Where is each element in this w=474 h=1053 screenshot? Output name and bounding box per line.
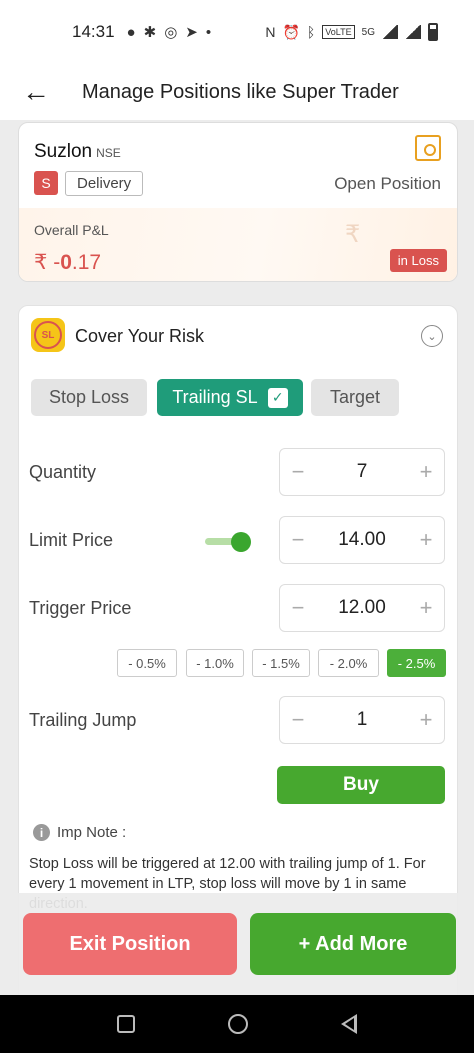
- trailing-jump-stepper: − 1 +: [279, 696, 445, 744]
- back-triangle-icon[interactable]: [341, 1014, 358, 1034]
- trailing-jump-value[interactable]: 1: [316, 709, 408, 731]
- signal-icon-2: [405, 25, 421, 39]
- network-type-icon: 5G: [361, 26, 375, 38]
- trigger-price-decrement-button[interactable]: −: [280, 595, 316, 621]
- slack-icon: ✱: [143, 24, 157, 41]
- content-area: Suzlon NSE S Delivery Open Position Overa…: [0, 120, 474, 995]
- pnl-dec: .17: [71, 251, 102, 274]
- pnl-currency: ₹ -: [34, 251, 61, 274]
- trailing-jump-decrement-button[interactable]: −: [280, 707, 316, 733]
- trigger-price-increment-button[interactable]: +: [408, 595, 444, 621]
- stock-name: Suzlon NSE: [34, 141, 121, 163]
- quantity-value[interactable]: 7: [316, 461, 408, 483]
- dot-icon: •: [205, 23, 212, 41]
- chevron-down-icon[interactable]: ⌄: [421, 325, 443, 347]
- note-title: Imp Note :: [57, 824, 127, 841]
- trigger-price-value[interactable]: 12.00: [316, 597, 408, 619]
- chip-1-5[interactable]: - 1.5%: [252, 649, 310, 677]
- back-arrow-icon[interactable]: ←: [22, 78, 58, 106]
- limit-price-increment-button[interactable]: +: [408, 527, 444, 553]
- quantity-stepper: − 7 +: [279, 448, 445, 496]
- limit-price-value[interactable]: 14.00: [316, 529, 408, 551]
- tab-target-label: Target: [329, 387, 381, 407]
- trigger-price-label: Trigger Price: [29, 598, 132, 618]
- risk-card: SL Cover Your Risk ⌄ Stop Loss Trailing …: [18, 305, 458, 995]
- pnl-section: Overall P&L ₹ -0.17 ₹ in Loss: [19, 208, 457, 281]
- pnl-int: 0: [60, 251, 72, 274]
- exchange-label: NSE: [96, 146, 121, 160]
- sl-shield-icon: SL: [31, 318, 65, 352]
- chip-0-5[interactable]: - 0.5%: [117, 649, 177, 677]
- loss-badge: in Loss: [389, 249, 447, 272]
- exit-position-button[interactable]: Exit Position: [23, 913, 237, 975]
- status-bar: 14:31 ● ✱ ◎ ➤ • N ⏰ ᛒ VoLTE 5G: [0, 0, 474, 64]
- limit-price-stepper: − 14.00 +: [279, 516, 445, 564]
- limit-price-decrement-button[interactable]: −: [280, 527, 316, 553]
- toggle-knob: [231, 532, 251, 552]
- system-nav-bar: [0, 995, 474, 1053]
- quantity-label: Quantity: [29, 462, 97, 482]
- limit-price-label: Limit Price: [29, 530, 114, 550]
- battery-icon: [428, 23, 438, 41]
- whatsapp-icon: ◎: [164, 24, 178, 41]
- chat-icon: ●: [126, 23, 136, 41]
- limit-price-toggle[interactable]: [205, 532, 251, 552]
- tab-stop-loss-label: Stop Loss: [48, 387, 130, 407]
- segment-badge: S: [34, 171, 58, 195]
- app-bar: ← Manage Positions like Super Trader: [0, 64, 474, 120]
- nfc-icon: N: [265, 24, 276, 40]
- pnl-value: ₹ -0.17: [34, 250, 101, 275]
- position-status: Open Position: [334, 174, 441, 193]
- buy-button[interactable]: Buy: [277, 766, 445, 804]
- quantity-decrement-button[interactable]: −: [280, 459, 316, 485]
- risk-title: Cover Your Risk: [75, 326, 205, 346]
- system-icons: N ⏰ ᛒ VoLTE 5G: [265, 23, 438, 41]
- trailing-jump-label: Trailing Jump: [29, 710, 137, 730]
- trailing-jump-increment-button[interactable]: +: [408, 707, 444, 733]
- scan-icon[interactable]: [415, 135, 441, 161]
- notification-icons: ● ✱ ◎ ➤ •: [126, 23, 212, 42]
- add-more-button[interactable]: + Add More: [250, 913, 456, 975]
- chip-2-0[interactable]: - 2.0%: [318, 649, 379, 677]
- info-icon: i: [33, 824, 50, 841]
- chip-1-0[interactable]: - 1.0%: [186, 649, 244, 677]
- checkbox-checked-icon: ✓: [267, 387, 288, 408]
- home-icon[interactable]: [227, 1014, 248, 1034]
- tab-trailing-sl-label: Trailing SL: [172, 387, 258, 407]
- tab-trailing-sl[interactable]: Trailing SL ✓: [157, 379, 303, 416]
- pnl-label: Overall P&L: [34, 222, 109, 238]
- rupee-watermark-icon: ₹: [345, 221, 361, 248]
- chip-2-5[interactable]: - 2.5%: [387, 649, 446, 677]
- bottom-action-bar: Exit Position + Add More: [0, 893, 474, 995]
- tab-target[interactable]: Target: [311, 379, 399, 416]
- position-card: Suzlon NSE S Delivery Open Position Overa…: [18, 122, 458, 282]
- quantity-increment-button[interactable]: +: [408, 459, 444, 485]
- alarm-icon: ⏰: [282, 23, 300, 40]
- recents-icon[interactable]: [116, 1015, 135, 1033]
- stock-symbol: Suzlon: [34, 141, 93, 162]
- status-time: 14:31: [72, 22, 115, 41]
- telegram-icon: ➤: [185, 24, 198, 41]
- product-badge: Delivery: [65, 171, 144, 196]
- volte-icon: VoLTE: [322, 25, 355, 39]
- page-title: Manage Positions like Super Trader: [82, 80, 399, 103]
- tab-stop-loss[interactable]: Stop Loss: [31, 379, 147, 416]
- sl-icon-text: SL: [34, 321, 62, 349]
- bluetooth-icon: ᛒ: [306, 24, 316, 40]
- signal-icon: [382, 25, 398, 39]
- trigger-price-stepper: − 12.00 +: [279, 584, 445, 632]
